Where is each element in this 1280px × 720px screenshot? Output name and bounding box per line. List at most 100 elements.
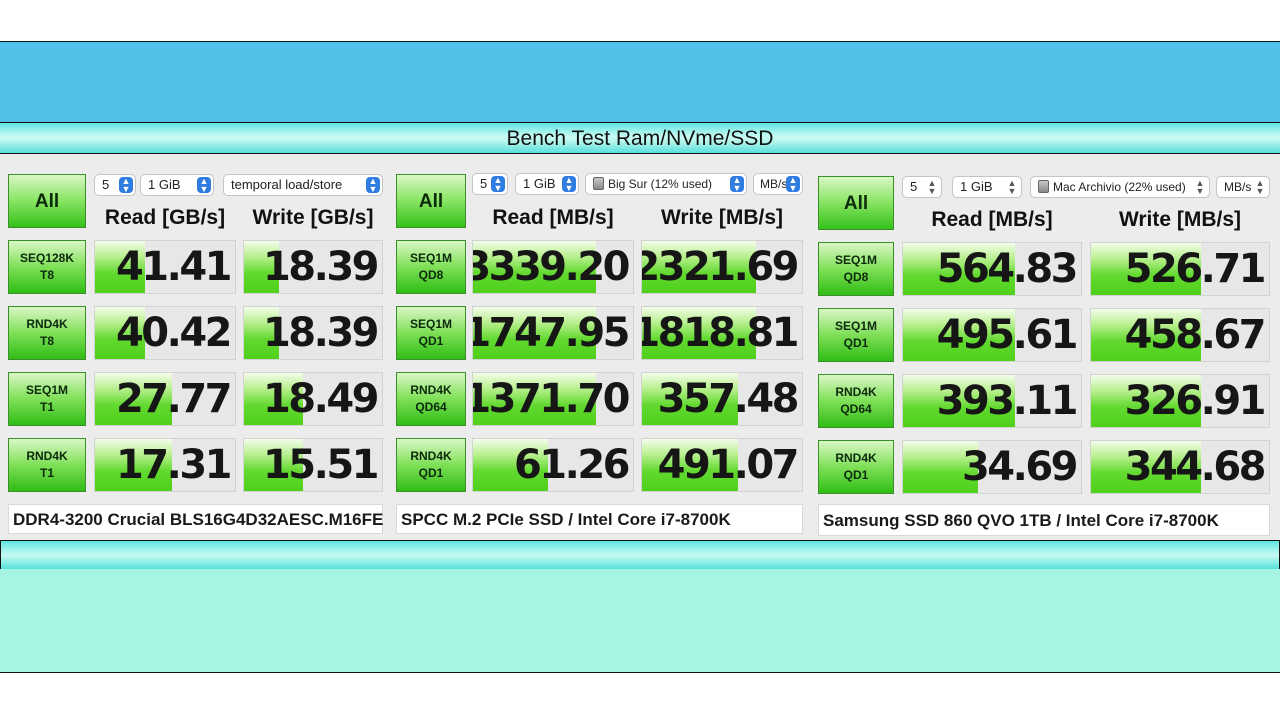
count-select[interactable]: 5 ▲ ▼: [472, 173, 508, 195]
read-value: 61.26: [513, 442, 631, 488]
count-select[interactable]: 5 ▲ ▼: [94, 174, 136, 196]
read-result: 393.11: [902, 374, 1082, 428]
write-result: 326.91: [1090, 374, 1270, 428]
stepper-icon: ▲ ▼: [786, 176, 800, 193]
test-label-line1: SEQ1M: [409, 317, 452, 331]
test-label-line2: T8: [39, 268, 54, 282]
write-result: 357.48: [641, 372, 803, 426]
read-value: 41.41: [115, 244, 233, 290]
write-result: 1818.81: [641, 306, 803, 360]
test-label-line1: SEQ128K: [19, 251, 75, 265]
test-label-line2: QD1: [418, 466, 444, 480]
read-value: 3339.20: [472, 244, 630, 290]
size-value: 1 GiB: [148, 177, 181, 192]
write-value: 2321.69: [641, 244, 799, 290]
unit-value: MB/s: [760, 177, 788, 191]
test-button-0[interactable]: SEQ1M QD8: [818, 242, 894, 296]
read-result: 17.31: [94, 438, 236, 492]
read-value: 393.11: [936, 378, 1079, 424]
write-result: 18.39: [243, 240, 383, 294]
read-result: 1747.95: [472, 306, 634, 360]
unit-select[interactable]: MB/s ▲ ▼: [1216, 176, 1270, 198]
test-button-3[interactable]: RND4K QD1: [818, 440, 894, 494]
write-value: 18.39: [262, 310, 380, 356]
read-result: 27.77: [94, 372, 236, 426]
size-select[interactable]: 1 GiB ▲ ▼: [515, 173, 579, 195]
write-value: 18.39: [262, 244, 380, 290]
write-value: 344.68: [1124, 444, 1267, 490]
target-select[interactable]: Big Sur (12% used) ▲ ▼: [585, 173, 747, 195]
target-value: temporal load/store: [231, 177, 343, 192]
size-select[interactable]: 1 GiB ▲ ▼: [952, 176, 1022, 198]
count-select[interactable]: 5 ▲ ▼: [902, 176, 942, 198]
stepper-icon: ▲ ▼: [491, 176, 505, 193]
write-value: 1818.81: [641, 310, 799, 356]
read-result: 495.61: [902, 308, 1082, 362]
all-button[interactable]: All: [396, 174, 466, 228]
test-label-line2: QD1: [418, 334, 444, 348]
read-result: 3339.20: [472, 240, 634, 294]
all-button[interactable]: All: [8, 174, 86, 228]
test-button-1[interactable]: RND4K T8: [8, 306, 86, 360]
test-button-1[interactable]: SEQ1M QD1: [396, 306, 466, 360]
test-label-line2: QD64: [415, 400, 447, 414]
test-button-2[interactable]: SEQ1M T1: [8, 372, 86, 426]
panel-nvme: 5 ▲ ▼ 1 GiB ▲ ▼ Big Sur (12% used) ▲ ▼ MB/s…: [394, 154, 804, 540]
unit-select[interactable]: MB/s ▲ ▼: [753, 173, 803, 195]
all-button[interactable]: All: [818, 176, 894, 230]
test-button-3[interactable]: RND4K T1: [8, 438, 86, 492]
read-value: 34.69: [961, 444, 1079, 490]
stepper-icon: ▲ ▼: [197, 177, 211, 194]
test-label-line2: QD1: [843, 336, 869, 350]
test-label-line2: T1: [39, 466, 54, 480]
test-button-0[interactable]: SEQ128K T8: [8, 240, 86, 294]
write-header: Write [MB/s]: [1118, 208, 1242, 231]
count-value: 5: [480, 176, 488, 191]
comment-field[interactable]: SPCC M.2 PCIe SSD / Intel Core i7-8700K: [396, 504, 803, 534]
top-band: [0, 41, 1280, 123]
stepper-icon: ▲ ▼: [1007, 178, 1017, 196]
target-select[interactable]: Mac Archivio (22% used) ▲ ▼: [1030, 176, 1210, 198]
read-header: Read [GB/s]: [104, 206, 226, 229]
test-button-3[interactable]: RND4K QD1: [396, 438, 466, 492]
test-label-line1: RND4K: [835, 451, 877, 465]
count-value: 5: [910, 179, 918, 194]
comment-field[interactable]: DDR4-3200 Crucial BLS16G4D32AESC.M16FE: [8, 504, 383, 534]
test-button-2[interactable]: RND4K QD64: [396, 372, 466, 426]
panel-ram: 5 ▲ ▼ 1 GiB ▲ ▼ temporal load/store ▲ ▼ All…: [6, 154, 384, 540]
test-label-line2: QD1: [843, 468, 869, 482]
read-value: 40.42: [115, 310, 233, 356]
size-select[interactable]: 1 GiB ▲ ▼: [140, 174, 214, 196]
test-button-2[interactable]: RND4K QD64: [818, 374, 894, 428]
write-result: 491.07: [641, 438, 803, 492]
test-label-line2: QD8: [418, 268, 444, 282]
read-value: 1747.95: [472, 310, 630, 356]
test-label-line2: QD64: [840, 402, 872, 416]
read-value: 1371.70: [472, 376, 630, 422]
read-value: 27.77: [115, 376, 233, 422]
stepper-icon: ▲ ▼: [1255, 178, 1265, 196]
read-value: 17.31: [115, 442, 233, 488]
write-value: 491.07: [657, 442, 800, 488]
count-value: 5: [102, 177, 110, 192]
write-value: 18.49: [262, 376, 380, 422]
stepper-icon: ▲ ▼: [119, 177, 133, 194]
disk-icon: [593, 177, 604, 190]
write-result: 458.67: [1090, 308, 1270, 362]
bottom-strip: [0, 540, 1280, 570]
target-select[interactable]: temporal load/store ▲ ▼: [223, 174, 383, 196]
page-title: Bench Test Ram/NVme/SSD: [0, 122, 1280, 154]
target-value: Mac Archivio (22% used): [1053, 180, 1186, 194]
target-value: Big Sur (12% used): [608, 177, 713, 191]
test-button-0[interactable]: SEQ1M QD8: [396, 240, 466, 294]
stepper-icon: ▲ ▼: [1195, 178, 1205, 196]
test-label-line1: RND4K: [410, 449, 452, 463]
write-result: 15.51: [243, 438, 383, 492]
write-value: 458.67: [1124, 312, 1267, 358]
read-result: 34.69: [902, 440, 1082, 494]
write-value: 526.71: [1124, 246, 1267, 292]
test-button-1[interactable]: SEQ1M QD1: [818, 308, 894, 362]
comment-field[interactable]: Samsung SSD 860 QVO 1TB / Intel Core i7-…: [818, 504, 1270, 536]
write-header: Write [GB/s]: [252, 206, 374, 229]
panel-ssd: 5 ▲ ▼ 1 GiB ▲ ▼ Mac Archivio (22% used) ▲ ▼…: [816, 154, 1274, 540]
